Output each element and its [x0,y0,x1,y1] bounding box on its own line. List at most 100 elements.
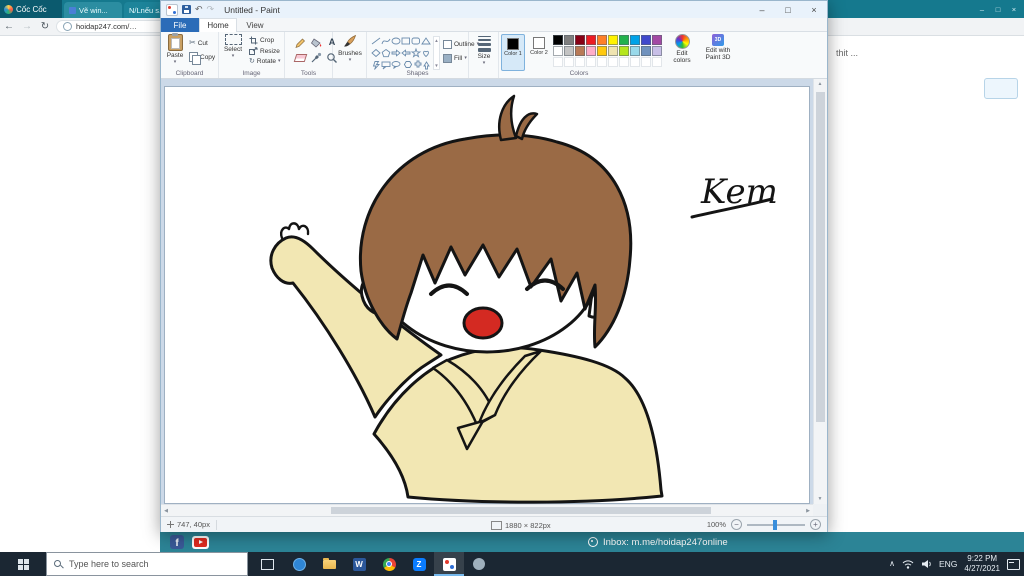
scroll-up-icon[interactable]: ▲ [814,81,826,87]
tray-chevron-up-icon[interactable]: ∧ [889,560,895,568]
browser-close-button[interactable]: × [1006,5,1022,14]
taskbar-app-other[interactable] [464,552,494,576]
palette-swatch[interactable] [619,46,629,56]
palette-swatch[interactable] [564,46,574,56]
rotate-button[interactable]: ↻ Rotate ▾ [249,58,281,65]
palette-swatch[interactable] [575,35,585,45]
speaker-icon[interactable] [921,559,932,569]
taskbar-app-coccoc[interactable] [284,552,314,576]
save-icon[interactable] [182,5,191,14]
scroll-down-icon[interactable]: ▼ [814,496,826,502]
shapes-grid[interactable] [371,36,431,70]
clock[interactable]: 9:22 PM 4/27/2021 [964,554,1000,575]
taskbar-search[interactable]: Type here to search [46,552,248,576]
palette-swatch[interactable] [630,35,640,45]
palette-swatch[interactable] [652,35,662,45]
browser-maximize-button[interactable]: □ [990,5,1006,14]
zoom-in-button[interactable]: + [810,519,821,530]
edit-paint3d-button[interactable]: 3D Edit with Paint 3D [701,34,735,61]
palette-swatch-empty[interactable] [564,57,574,67]
fill-tool[interactable] [309,36,323,49]
zoom-slider-thumb[interactable] [773,519,777,530]
palette-swatch[interactable] [608,35,618,45]
scroll-left-icon[interactable]: ◀ [162,508,170,514]
wifi-icon[interactable] [902,559,914,569]
resize-button[interactable]: Resize [249,47,280,56]
taskbar-app-word[interactable]: W [344,552,374,576]
palette-swatch[interactable] [586,46,596,56]
browser-minimize-button[interactable]: – [974,5,990,14]
fill-button[interactable]: Fill ▾ [443,54,467,63]
forward-icon[interactable]: → [18,21,36,32]
palette-swatch[interactable] [575,46,585,56]
palette-swatch[interactable] [608,46,618,56]
cut-button[interactable]: ✂ Cut [189,39,208,47]
language-indicator[interactable]: ENG [939,559,957,569]
footer-inbox[interactable]: Inbox: m.me/hoidap247online [588,532,728,552]
color-picker-tool[interactable] [309,51,323,64]
tab-file[interactable]: File [161,18,199,32]
palette-swatch-empty[interactable] [619,57,629,67]
palette-swatch[interactable] [619,35,629,45]
palette-swatch[interactable] [553,46,563,56]
facebook-icon[interactable]: f [170,535,184,549]
palette-swatch[interactable] [630,46,640,56]
palette-swatch-empty[interactable] [608,57,618,67]
undo-icon[interactable]: ↶ [195,5,203,14]
taskbar-app-zalo[interactable]: Z [404,552,434,576]
edit-colors-button[interactable]: Edit colors [667,34,697,64]
redo-icon[interactable]: ↷ [207,5,215,14]
size-button[interactable]: Size ▾ [471,34,497,66]
zoom-out-button[interactable]: − [731,519,742,530]
taskbar-app-paint[interactable] [434,552,464,576]
taskbar-app-explorer[interactable] [314,552,344,576]
palette-swatch-empty[interactable] [652,57,662,67]
page-widget[interactable] [984,78,1018,99]
notification-center-icon[interactable] [1007,558,1020,570]
pencil-tool[interactable] [293,36,307,49]
task-view-button[interactable] [252,552,282,576]
drawing-canvas[interactable]: Kem [164,86,810,504]
palette-swatch[interactable] [652,46,662,56]
select-button[interactable]: Select ▾ [221,34,245,59]
youtube-icon[interactable] [192,535,209,549]
zoom-slider[interactable] [747,519,805,530]
color2-button[interactable]: Color 2 [527,34,551,71]
palette-swatch-empty[interactable] [597,57,607,67]
crop-button[interactable]: Crop [249,36,274,45]
horizontal-scrollbar[interactable]: ◀ ▶ [161,504,813,516]
scroll-right-icon[interactable]: ▶ [804,508,812,514]
tab-view[interactable]: View [237,18,273,32]
paint-app-icon[interactable] [166,3,178,16]
palette-swatch[interactable] [641,46,651,56]
palette-swatch-empty[interactable] [630,57,640,67]
shapes-scrollbar[interactable]: ▲ ▼ [433,36,440,70]
palette-swatch[interactable] [641,35,651,45]
palette-swatch-empty[interactable] [641,57,651,67]
eraser-tool[interactable] [293,51,307,64]
palette-swatch[interactable] [597,35,607,45]
palette-swatch-empty[interactable] [575,57,585,67]
reload-icon[interactable]: ↻ [36,21,54,32]
brushes-button[interactable]: Brushes ▾ [337,34,363,63]
tab-home[interactable]: Home [199,18,237,32]
palette-swatch-empty[interactable] [586,57,596,67]
maximize-button[interactable]: □ [775,1,801,18]
paste-button[interactable]: Paste ▾ [164,33,186,65]
start-button[interactable] [0,552,46,576]
browser-tab-1[interactable]: Vẽ win... [64,2,122,18]
vertical-scroll-thumb[interactable] [816,92,825,422]
back-icon[interactable]: ← [0,21,18,32]
palette-swatch[interactable] [597,46,607,56]
vertical-scrollbar[interactable]: ▲ ▼ [813,79,827,504]
browser-brand[interactable]: Cốc Cốc [0,0,62,18]
color1-button[interactable]: Color 1 [501,34,525,71]
palette-swatch[interactable] [586,35,596,45]
palette-swatch-empty[interactable] [553,57,563,67]
minimize-button[interactable]: – [749,1,775,18]
copy-button[interactable]: Copy [189,52,215,65]
palette-swatch[interactable] [564,35,574,45]
close-button[interactable]: × [801,1,827,18]
horizontal-scroll-thumb[interactable] [331,507,711,514]
palette-swatch[interactable] [553,35,563,45]
